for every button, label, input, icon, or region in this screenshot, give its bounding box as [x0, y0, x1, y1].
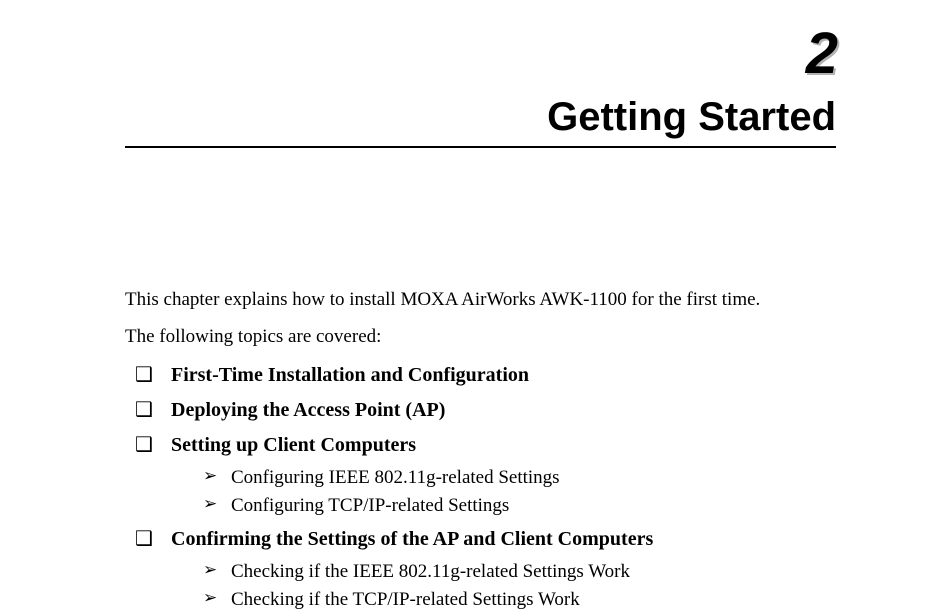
sub-topic-label: Checking if the IEEE 802.11g-related Set…	[231, 561, 630, 582]
sub-topic-label: Checking if the TCP/IP-related Settings …	[231, 589, 580, 610]
topic-label: First-Time Installation and Configuratio…	[171, 364, 529, 386]
title-underline	[125, 146, 836, 148]
sub-topic-list: Checking if the IEEE 802.11g-related Set…	[171, 558, 836, 613]
topic-item: Setting up Client Computers Configuring …	[135, 431, 836, 519]
sub-topic-item: Configuring TCP/IP-related Settings	[203, 492, 836, 520]
topic-label: Confirming the Settings of the AP and Cl…	[171, 528, 653, 550]
document-page: 2 Getting Started This chapter explains …	[0, 0, 951, 614]
topics-list: First-Time Installation and Configuratio…	[125, 361, 836, 613]
topic-label: Setting up Client Computers	[171, 434, 416, 456]
topic-item: Deploying the Access Point (AP)	[135, 396, 836, 425]
sub-topic-label: Configuring IEEE 802.11g-related Setting…	[231, 467, 560, 488]
sub-topic-item: Configuring IEEE 802.11g-related Setting…	[203, 464, 836, 492]
sub-topic-item: Checking if the IEEE 802.11g-related Set…	[203, 558, 836, 586]
chapter-number: 2	[125, 20, 836, 87]
sub-topic-label: Configuring TCP/IP-related Settings	[231, 495, 509, 516]
chapter-title: Getting Started	[125, 95, 836, 146]
intro-paragraph-1: This chapter explains how to install MOX…	[125, 288, 836, 313]
topic-label: Deploying the Access Point (AP)	[171, 399, 445, 421]
sub-topic-item: Checking if the TCP/IP-related Settings …	[203, 586, 836, 614]
topic-item: Confirming the Settings of the AP and Cl…	[135, 525, 836, 613]
topic-item: First-Time Installation and Configuratio…	[135, 361, 836, 390]
intro-paragraph-2: The following topics are covered:	[125, 325, 836, 350]
sub-topic-list: Configuring IEEE 802.11g-related Setting…	[171, 464, 836, 519]
